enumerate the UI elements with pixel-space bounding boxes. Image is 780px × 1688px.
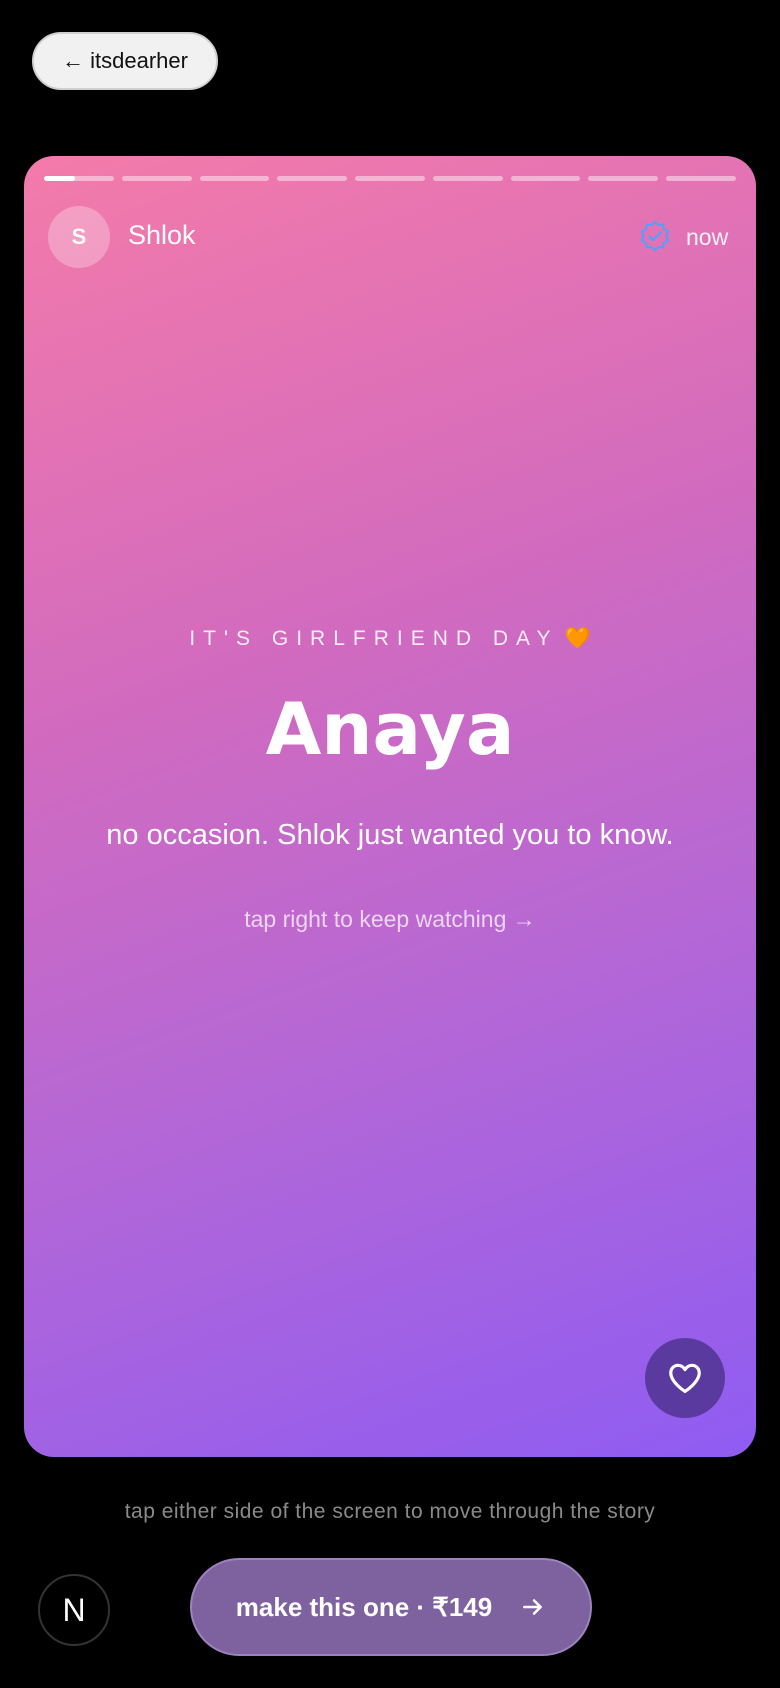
story-progress-bar xyxy=(44,176,737,181)
progress-segment xyxy=(510,176,581,181)
occasion-text: IT'S GIRLFRIEND DAY xyxy=(189,627,559,650)
like-button[interactable] xyxy=(645,1338,725,1418)
make-this-one-button[interactable]: make this one · ₹149 xyxy=(190,1558,592,1656)
tap-hint: tap right to keep watching → xyxy=(244,906,536,932)
recipient-name: Anaya xyxy=(265,687,515,771)
progress-segment xyxy=(44,176,114,181)
progress-segment xyxy=(355,176,425,181)
progress-segment xyxy=(666,176,737,181)
verified-badge-icon xyxy=(640,220,670,252)
progress-fill xyxy=(44,176,76,181)
heart-icon xyxy=(669,1363,701,1394)
story-message: no occasion. Shlok just wanted you to kn… xyxy=(106,819,674,851)
progress-segment xyxy=(277,176,348,181)
occasion-label: IT'S GIRLFRIEND DAY 🧡 xyxy=(64,622,716,656)
progress-segment xyxy=(199,176,270,181)
sender-name: Shlok xyxy=(128,220,196,250)
back-button[interactable]: ← itsdearher xyxy=(32,32,218,90)
navigation-hint: tap either side of the screen to move th… xyxy=(124,1500,656,1523)
story-time: now xyxy=(686,224,729,250)
cta-label: make this one · ₹149 xyxy=(235,1591,493,1622)
progress-segment xyxy=(588,176,659,181)
arrow-right-icon xyxy=(523,1599,543,1615)
progress-segment xyxy=(121,176,192,181)
story-content: IT'S GIRLFRIEND DAY 🧡 Anaya no occasion. … xyxy=(64,622,716,933)
story-card[interactable]: S Shlok now IT'S GIRLFRIEND DAY 🧡 Anaya n… xyxy=(24,156,756,1457)
avatar[interactable]: S xyxy=(48,206,110,268)
nextjs-logo-icon[interactable]: N xyxy=(38,1574,110,1646)
orange-heart-icon: 🧡 xyxy=(564,627,591,650)
progress-segment xyxy=(432,176,503,181)
